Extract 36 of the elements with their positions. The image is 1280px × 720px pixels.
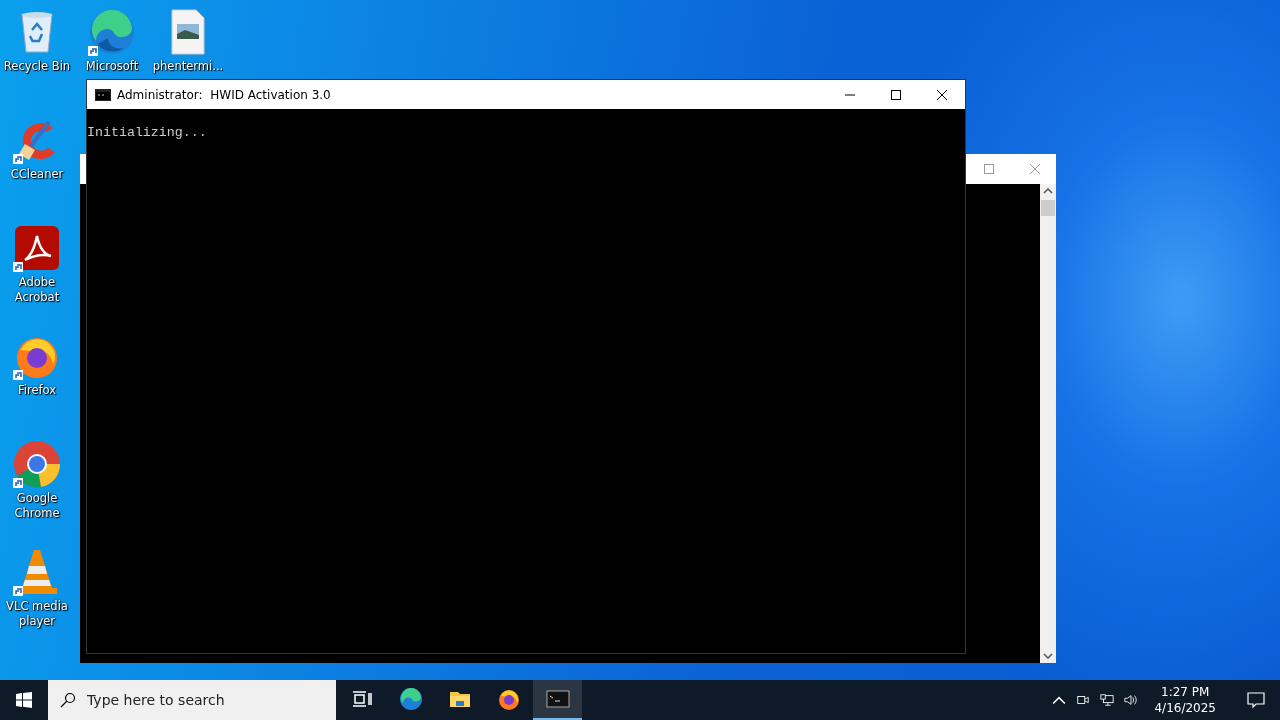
desktop-icon-label[interactable]: Google Chrome <box>0 491 74 521</box>
network-icon[interactable] <box>1100 693 1115 707</box>
taskbar-app-button[interactable] <box>533 680 582 720</box>
window-title: Administrator: HWID Activation 3.0 <box>117 87 332 102</box>
camera-icon[interactable] <box>1076 693 1091 707</box>
scrollbar[interactable] <box>1040 184 1056 663</box>
clock-time: 1:27 PM <box>1161 684 1210 700</box>
maximize-icon <box>891 89 901 100</box>
console-icon <box>545 687 570 711</box>
speaker-icon[interactable] <box>1124 693 1139 707</box>
desktop-icon-label[interactable]: CCleaner <box>0 167 74 182</box>
firefox-icon <box>496 687 521 711</box>
windows-icon <box>16 692 32 708</box>
desktop-icon-label[interactable]: Adobe Acrobat <box>0 275 74 305</box>
scroll-down-icon <box>1043 653 1053 659</box>
desktop-icon-label[interactable]: Firefox <box>0 383 74 398</box>
scroll-up-icon <box>1043 188 1053 194</box>
maximize-icon <box>984 164 994 174</box>
clock[interactable]: 1:27 PM 4/16/2025 <box>1148 684 1222 716</box>
desktop-icon-label[interactable]: VLC media player <box>0 599 74 629</box>
clock-date: 4/16/2025 <box>1154 700 1216 716</box>
close-icon <box>1030 164 1040 174</box>
desktop-icon-label[interactable]: phentermi... <box>151 59 225 74</box>
close-icon <box>937 89 947 100</box>
desktop-icon-label[interactable]: Microsoft <box>75 59 149 74</box>
search-icon <box>60 692 76 708</box>
acrobat-icon <box>13 224 61 272</box>
desktop-icon-label[interactable]: Recycle Bin <box>0 59 74 74</box>
console-icon <box>95 88 111 101</box>
search-field[interactable]: Type here to search <box>48 680 336 720</box>
edge-icon <box>88 8 136 56</box>
edge-icon <box>398 687 423 711</box>
chrome-icon <box>13 440 61 488</box>
scrollbar-thumb[interactable] <box>1041 200 1055 216</box>
notification-icon[interactable] <box>1246 690 1266 710</box>
console-line: Initializing... <box>87 125 208 141</box>
